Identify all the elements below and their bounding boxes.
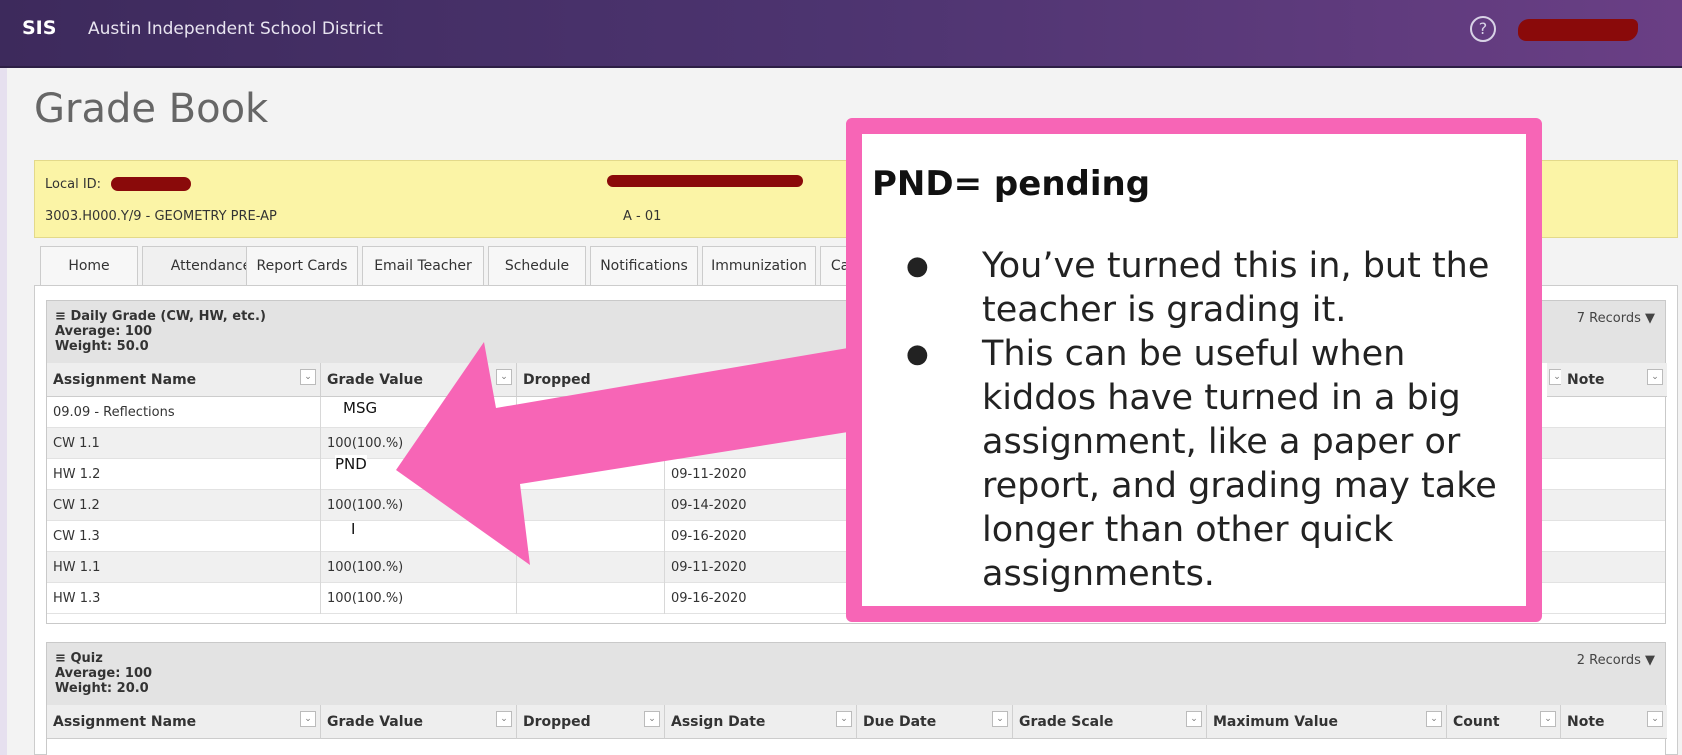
hamburger-icon[interactable]: ≡	[55, 651, 66, 666]
dropped-cell	[517, 490, 665, 521]
section-weight: Weight: 20.0	[55, 681, 149, 696]
column-header[interactable]: Dropped ⌄	[517, 705, 665, 739]
chevron-down-icon[interactable]: ⌄	[1426, 711, 1442, 727]
hamburger-icon[interactable]: ≡	[55, 309, 66, 324]
callout-heading: PND= pending	[872, 164, 1151, 204]
tab-report-cards[interactable]: Report Cards	[246, 246, 358, 286]
column-header[interactable]: Note ⌄	[1561, 705, 1667, 739]
callout-bullets: ● You’ve turned this in, but the teacher …	[886, 244, 1526, 596]
column-header[interactable]: Due Date ⌄	[857, 705, 1013, 739]
dropped-cell	[517, 552, 665, 583]
bullet-dot-icon: ●	[906, 251, 929, 281]
tab-notifications[interactable]: Notifications	[590, 246, 698, 286]
note-cell	[1561, 521, 1667, 552]
note-cell	[1561, 583, 1667, 614]
section-average: Average: 100	[55, 666, 153, 681]
column-header[interactable]: Note ⌄	[1561, 363, 1667, 397]
section-average: Average: 100	[55, 324, 153, 339]
assignment-name: HW 1.2	[47, 459, 321, 490]
chevron-down-icon[interactable]: ⌄	[644, 711, 660, 727]
redacted-user-name	[1518, 19, 1638, 41]
note-cell	[1561, 459, 1667, 490]
redacted-student-name	[607, 175, 803, 187]
records-dropdown[interactable]: 2 Records ▼	[1577, 653, 1655, 668]
assign-date: 09-11-2020	[665, 552, 865, 583]
callout-bullet: ● You’ve turned this in, but the teacher …	[906, 246, 1490, 330]
records-count: 2 Records	[1576, 653, 1641, 668]
page-title: Grade Book	[34, 86, 269, 132]
course-section: A - 01	[623, 209, 662, 224]
section-header: ≡ Quiz Average: 100 Weight: 20.0 2 Recor…	[47, 643, 1665, 705]
column-header[interactable]: Grade Value ⌄	[321, 705, 517, 739]
tab-email-teacher[interactable]: Email Teacher	[362, 246, 484, 286]
note-cell	[1561, 490, 1667, 521]
caret-down-icon: ▼	[1645, 653, 1655, 668]
redacted-local-id	[111, 177, 191, 191]
dropped-cell	[517, 428, 665, 459]
chevron-down-icon[interactable]: ⌄	[1647, 369, 1663, 385]
local-id-label: Local ID:	[45, 177, 102, 192]
column-header[interactable]: Maximum Value ⌄	[1207, 705, 1447, 739]
course-name: 3003.H000.Y/9 - GEOMETRY PRE-AP	[45, 209, 277, 224]
chevron-down-icon[interactable]: ⌄	[1186, 711, 1202, 727]
note-cell	[1561, 428, 1667, 459]
chevron-down-icon[interactable]: ⌄	[836, 711, 852, 727]
assign-date: 09-16-2020	[665, 521, 865, 552]
chevron-down-icon[interactable]: ⌄	[496, 369, 512, 385]
callout-bullet: ● This can be useful when kiddos have tur…	[906, 334, 1497, 594]
column-header[interactable]: Grade Value ⌄	[321, 363, 517, 397]
dropped-cell	[517, 521, 665, 552]
chevron-down-icon[interactable]: ⌄	[300, 711, 316, 727]
column-header[interactable]: Grade Scale ⌄	[1013, 705, 1207, 739]
assign-date: 09-16-2020	[665, 583, 865, 614]
assign-date: 09-14-2020	[665, 490, 865, 521]
left-edge	[0, 68, 7, 755]
district-name: Austin Independent School District	[88, 19, 383, 39]
records-dropdown[interactable]: 7 Records ▼	[1577, 311, 1655, 326]
top-nav-bar: SIS Austin Independent School District ?	[0, 0, 1682, 68]
assignment-name: CW 1.3	[47, 521, 321, 552]
section-title: Quiz	[70, 651, 103, 666]
chevron-down-icon[interactable]: ⌄	[300, 369, 316, 385]
assignment-name: CW 1.2	[47, 490, 321, 521]
tab-home[interactable]: Home	[40, 246, 138, 286]
assignment-name: 09.09 - Reflections	[47, 397, 321, 428]
grade-code-i: I	[351, 520, 356, 538]
column-header[interactable]: Assignment Name ⌄	[47, 705, 321, 739]
tab-schedule[interactable]: Schedule	[488, 246, 586, 286]
chevron-down-icon[interactable]: ⌄	[1647, 711, 1663, 727]
column-header[interactable]: Count ⌄	[1447, 705, 1561, 739]
quiz-section: ≡ Quiz Average: 100 Weight: 20.0 2 Recor…	[46, 642, 1667, 755]
section-title: Daily Grade (CW, HW, etc.)	[70, 309, 266, 324]
assignment-name: HW 1.3	[47, 583, 321, 614]
pending-callout: PND= pending ● You’ve turned this in, but…	[846, 118, 1542, 622]
chevron-down-icon[interactable]: ⌄	[496, 711, 512, 727]
grade-value: 100(100.%)	[321, 552, 517, 583]
help-icon[interactable]: ?	[1470, 16, 1496, 42]
app-logo[interactable]: SIS	[22, 17, 56, 39]
assign-date: 09-11-2020	[665, 459, 865, 490]
assignment-name: CW 1.1	[47, 428, 321, 459]
grade-code-msg: MSG	[343, 399, 378, 417]
records-count: 7 Records	[1576, 311, 1641, 326]
grade-value: 100(100.%)	[321, 490, 517, 521]
note-cell	[1561, 397, 1667, 428]
caret-down-icon: ▼	[1645, 311, 1655, 326]
assignment-name: HW 1.1	[47, 552, 321, 583]
dropped-cell	[517, 583, 665, 614]
column-header[interactable]: Assign Date ⌄	[665, 705, 857, 739]
chevron-down-icon[interactable]: ⌄	[992, 711, 1008, 727]
bullet-dot-icon: ●	[906, 339, 929, 369]
column-header-stub: ⌄	[1547, 363, 1565, 397]
tab-immunization[interactable]: Immunization	[702, 246, 816, 286]
dropped-cell	[517, 397, 665, 428]
grade-value: 100(100.%)	[321, 583, 517, 614]
column-header[interactable]: Assignment Name ⌄	[47, 363, 321, 397]
note-cell	[1561, 552, 1667, 583]
chevron-down-icon[interactable]: ⌄	[1540, 711, 1556, 727]
grade-code-pnd: PND	[335, 455, 367, 473]
section-weight: Weight: 50.0	[55, 339, 149, 354]
dropped-cell	[517, 459, 665, 490]
